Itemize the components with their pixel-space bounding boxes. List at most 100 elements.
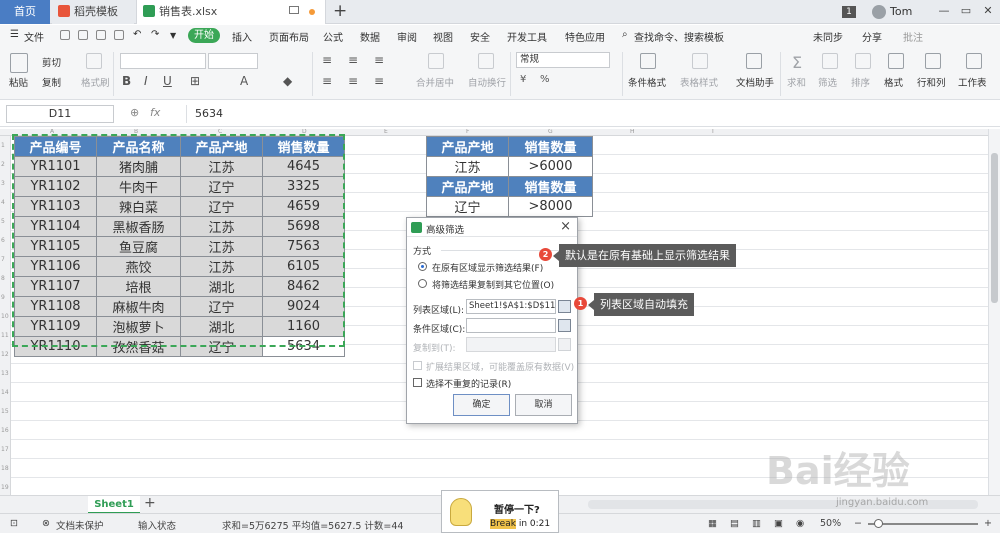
row-number[interactable]: 12 [1,351,9,358]
table-cell[interactable]: YR1104 [14,216,97,237]
zoom-slider[interactable] [868,523,978,525]
header-cell[interactable]: 销售数量 [508,176,593,197]
chevron-down-icon[interactable]: ▼ [170,31,176,40]
fx-icon[interactable]: fx [150,106,160,119]
menu-developer[interactable]: 开发工具 [507,29,547,44]
print-icon[interactable] [96,30,106,40]
col-d[interactable]: D [302,129,307,135]
table-cell[interactable]: 江苏 [180,236,263,257]
table-cell[interactable]: >8000 [508,196,593,217]
undo-icon[interactable]: ↶ [133,29,141,40]
list-range-input[interactable]: Sheet1!$A$1:$D$11 [466,299,556,314]
table-cell[interactable]: YR1101 [14,156,97,177]
option-inplace-label[interactable]: 在原有区域显示筛选结果(F) [432,261,543,274]
rowcol-button[interactable]: 行和列 [917,75,946,89]
underline-icon[interactable]: U [163,74,172,88]
user-name[interactable]: Tom [890,5,912,18]
header-cell[interactable]: 销售数量 [508,136,593,157]
tab-home[interactable]: 首页 [0,0,50,24]
font-name-select[interactable] [120,53,206,69]
sum-button[interactable]: 求和 [787,75,806,89]
tab-file[interactable]: 销售表.xlsx [136,0,326,24]
table-cell[interactable]: 猪肉脯 [96,156,181,177]
bold-icon[interactable]: B [122,74,131,88]
filter-button[interactable]: 筛选 [818,75,837,89]
table-cell[interactable]: 4659 [262,196,345,217]
window-count-badge[interactable]: 1 [842,6,856,18]
sync-status[interactable]: 未同步 [813,29,843,44]
row-number[interactable]: 13 [1,370,9,377]
row-number[interactable]: 6 [1,237,5,244]
paste-button[interactable]: 粘贴 [9,75,28,89]
align-bottom-icon[interactable]: ≡ [374,53,384,67]
doc-helper-button[interactable]: 文档助手 [736,75,774,89]
option-copy-label[interactable]: 将筛选结果复制到其它位置(O) [432,278,554,291]
clear-icon[interactable]: ◆ [283,74,292,88]
table-cell[interactable]: >6000 [508,156,593,177]
table-cell[interactable]: 牛肉干 [96,176,181,197]
ok-button[interactable]: 确定 [453,394,510,416]
number-format-select[interactable]: 常规 [516,52,610,68]
header-cell[interactable]: 产品产地 [426,176,509,197]
option-inplace-radio[interactable] [418,262,427,271]
monitor-icon[interactable] [289,6,299,14]
paste-icon[interactable] [10,53,28,73]
table-cell[interactable]: 江苏 [180,156,263,177]
option-copy-radio[interactable] [418,279,427,288]
share-button[interactable]: 分享 [862,29,882,44]
table-cell[interactable]: YR1107 [14,276,97,297]
table-style-button[interactable]: 表格样式 [680,75,718,89]
table-cell[interactable]: YR1108 [14,296,97,317]
row-number[interactable]: 8 [1,275,5,282]
table-cell[interactable]: 辣白菜 [96,196,181,217]
table-cell[interactable]: 鱼豆腐 [96,236,181,257]
zoom-level[interactable]: 50% [820,518,841,529]
hamburger-icon[interactable]: ☰ [10,29,19,40]
cut-button[interactable]: 剪切 [42,55,61,69]
formula-input[interactable]: 5634 [186,105,992,123]
vertical-scrollbar[interactable] [988,129,1000,495]
add-sheet-button[interactable]: + [144,495,156,511]
table-cell[interactable]: YR1105 [14,236,97,257]
row-number[interactable]: 2 [1,161,5,168]
dialog-title-bar[interactable]: 高级筛选 × [407,218,577,237]
header-cell[interactable]: 产品产地 [426,136,509,157]
zoom-out-icon[interactable]: − [854,518,862,529]
minimize-icon[interactable]: — [936,4,952,18]
italic-icon[interactable]: I [144,74,148,88]
comment-button[interactable]: 批注 [903,29,923,44]
menu-start[interactable]: 开始 [188,28,220,43]
table-cell[interactable]: 燕饺 [96,256,181,277]
col-c[interactable]: C [218,129,222,135]
table-cell[interactable]: 辽宁 [180,336,263,357]
table-cell[interactable]: YR1102 [14,176,97,197]
menu-insert[interactable]: 插入 [232,29,252,44]
table-cell[interactable]: YR1103 [14,196,97,217]
table-cell[interactable]: 8462 [262,276,345,297]
table-cell[interactable]: 江苏 [180,256,263,277]
table-cell[interactable]: 湖北 [180,276,263,297]
font-color-icon[interactable]: A [240,74,248,88]
table-cell[interactable]: 5698 [262,216,345,237]
view-read-icon[interactable]: ▣ [774,518,783,529]
row-number[interactable]: 1 [1,142,5,149]
menu-security[interactable]: 安全 [470,29,490,44]
menu-page-layout[interactable]: 页面布局 [269,29,309,44]
table-cell[interactable]: 3325 [262,176,345,197]
format-painter-button[interactable]: 格式刷 [81,75,110,89]
col-h[interactable]: H [630,129,635,135]
row-number[interactable]: 19 [1,484,9,491]
protect-status[interactable]: 文档未保护 [56,518,104,532]
wrap-button[interactable]: 自动换行 [468,75,506,89]
view-layout-icon[interactable]: ▥ [752,518,761,529]
scroll-thumb[interactable] [991,153,998,303]
table-cell[interactable]: 孜然香菇 [96,336,181,357]
sheet-tab-sheet1[interactable]: Sheet1 [88,496,140,514]
range-picker-icon[interactable] [558,300,571,313]
row-number[interactable]: 9 [1,294,5,301]
table-cell[interactable]: 1160 [262,316,345,337]
col-b[interactable]: B [134,129,138,135]
percent-icon[interactable]: % [540,74,550,85]
header-cell[interactable]: 销售数量 [262,136,345,157]
table-cell[interactable]: 黑椒香肠 [96,216,181,237]
